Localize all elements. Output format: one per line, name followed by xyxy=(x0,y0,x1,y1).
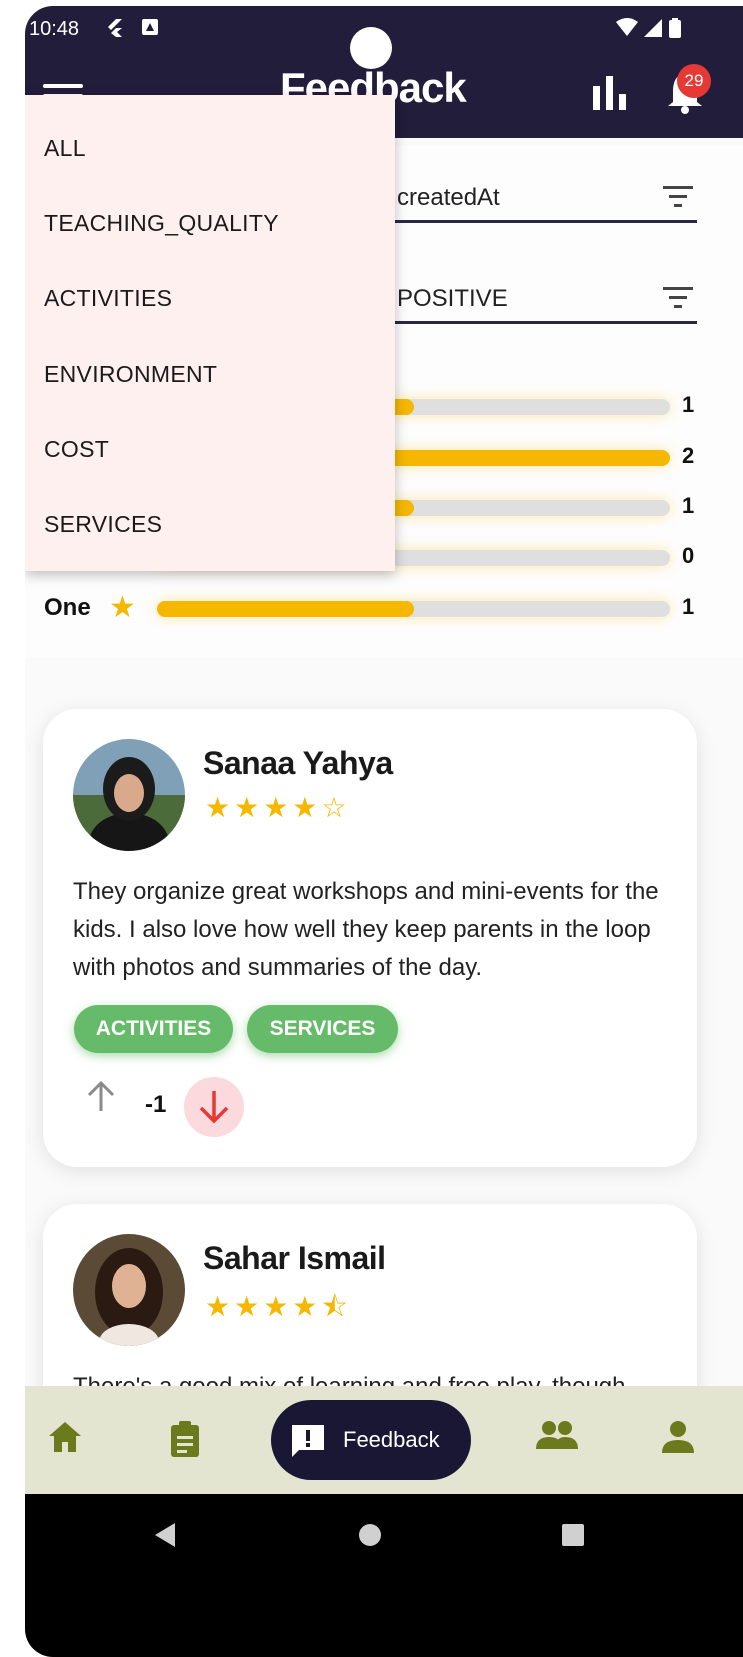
home-icon[interactable] xyxy=(47,1420,83,1459)
camera-cutout xyxy=(350,27,392,69)
avatar xyxy=(73,739,185,851)
battery-icon xyxy=(669,18,681,44)
rating-count: 2 xyxy=(682,443,695,468)
upvote-arrow-icon[interactable] xyxy=(83,1079,119,1120)
reviewer-name: Sanaa Yahya xyxy=(203,745,393,781)
filter-icon[interactable] xyxy=(663,186,693,215)
downvote-button[interactable] xyxy=(184,1077,244,1137)
sort-value: createdAt xyxy=(397,184,500,211)
menu-item-cost[interactable]: COST xyxy=(44,436,109,463)
feedback-nav-label: Feedback xyxy=(343,1427,440,1452)
sort-field[interactable]: createdAt xyxy=(385,170,697,223)
rating-label: One xyxy=(44,594,91,621)
star-icon: ★ xyxy=(109,591,136,624)
tag-chip[interactable]: SERVICES xyxy=(247,1005,398,1053)
sentiment-field[interactable]: POSITIVE xyxy=(385,271,697,324)
review-card: Sanaa Yahya ★★★★☆ They organize great wo… xyxy=(43,709,697,1167)
people-icon[interactable] xyxy=(535,1420,579,1455)
clipboard-icon[interactable] xyxy=(169,1420,201,1463)
menu-item-services[interactable]: SERVICES xyxy=(44,511,162,538)
recents-icon[interactable] xyxy=(561,1523,585,1547)
rating-count: 1 xyxy=(682,493,695,518)
notification-badge: 29 xyxy=(677,64,711,98)
status-time: 10:48 xyxy=(29,18,80,40)
rating-count: 1 xyxy=(682,392,695,417)
bar-chart-icon[interactable] xyxy=(591,76,629,115)
downvote-arrow-icon xyxy=(199,1091,229,1124)
vote-count: -1 xyxy=(145,1091,167,1118)
sentiment-value: POSITIVE xyxy=(397,285,508,312)
system-navigation-bar xyxy=(25,1494,743,1657)
menu-item-all[interactable]: ALL xyxy=(44,135,86,162)
signal-icon xyxy=(643,18,663,44)
reviewer-name: Sahar Ismail xyxy=(203,1240,386,1276)
flutter-icon xyxy=(105,18,123,44)
rating-row-one: One ★ 1 xyxy=(25,588,743,628)
avatar xyxy=(73,1234,185,1346)
star-rating: ★★★★⯪ xyxy=(205,1291,352,1322)
star-rating: ★★★★☆ xyxy=(205,792,351,823)
tag-chip[interactable]: ACTIVITIES xyxy=(74,1005,233,1053)
filter-icon[interactable] xyxy=(663,287,693,316)
category-dropdown-menu: ALL TEACHING_QUALITY ACTIVITIES ENVIRONM… xyxy=(25,95,395,571)
menu-item-activities[interactable]: ACTIVITIES xyxy=(44,285,172,312)
back-icon[interactable] xyxy=(153,1522,177,1548)
rating-bar xyxy=(157,601,670,617)
review-text: They organize great workshops and mini-e… xyxy=(73,878,659,981)
person-icon[interactable] xyxy=(661,1420,695,1459)
menu-item-teaching-quality[interactable]: TEACHING_QUALITY xyxy=(44,210,279,237)
feedback-nav-button[interactable]: Feedback xyxy=(271,1400,471,1480)
bottom-navigation: Feedback xyxy=(25,1386,743,1494)
rating-fill xyxy=(157,601,414,617)
app-frame: 10:48 Feedback 29 createdAt POSITIVE 1 2… xyxy=(25,6,743,1657)
rating-count: 0 xyxy=(682,543,695,568)
storage-icon xyxy=(141,18,159,42)
rating-count: 1 xyxy=(682,594,695,619)
wifi-icon xyxy=(615,18,639,44)
home-circle-icon[interactable] xyxy=(358,1523,382,1547)
menu-item-environment[interactable]: ENVIRONMENT xyxy=(44,361,217,388)
feedback-icon xyxy=(292,1425,324,1457)
